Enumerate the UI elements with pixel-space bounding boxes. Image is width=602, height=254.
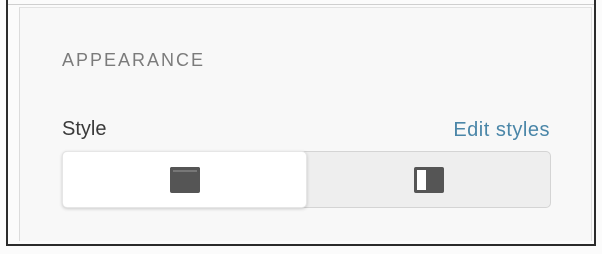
window-border-bottom xyxy=(6,244,596,246)
edit-styles-link[interactable]: Edit styles xyxy=(453,118,550,142)
screen: APPEARANCE Style Edit styles xyxy=(0,0,602,254)
section-title: APPEARANCE xyxy=(62,50,206,70)
style-option-full[interactable] xyxy=(62,151,307,208)
layout-full-icon xyxy=(169,166,200,193)
style-label: Style xyxy=(62,118,107,140)
window-border-right xyxy=(594,0,596,246)
style-option-sidebar[interactable] xyxy=(307,151,551,208)
style-selector xyxy=(62,151,551,208)
layout-sidebar-icon xyxy=(414,166,444,193)
window-border-left xyxy=(6,0,8,246)
window-border-top xyxy=(6,4,596,5)
